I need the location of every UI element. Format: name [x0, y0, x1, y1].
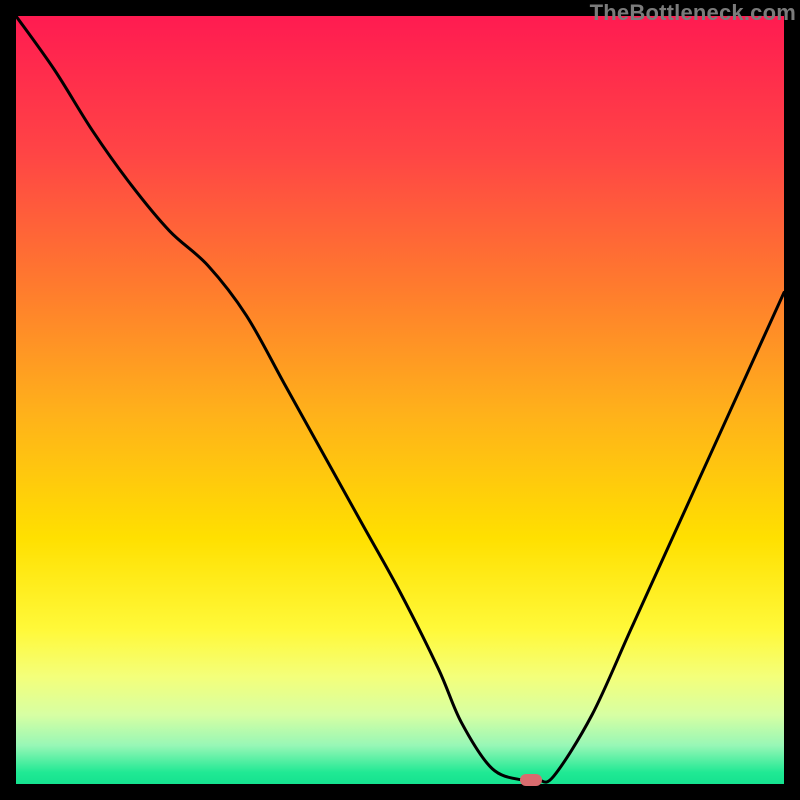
chart-stage: TheBottleneck.com	[0, 0, 800, 800]
bottleneck-curve	[16, 16, 784, 784]
optimum-marker	[520, 774, 542, 786]
watermark-text: TheBottleneck.com	[590, 0, 796, 26]
plot-area	[16, 16, 784, 784]
